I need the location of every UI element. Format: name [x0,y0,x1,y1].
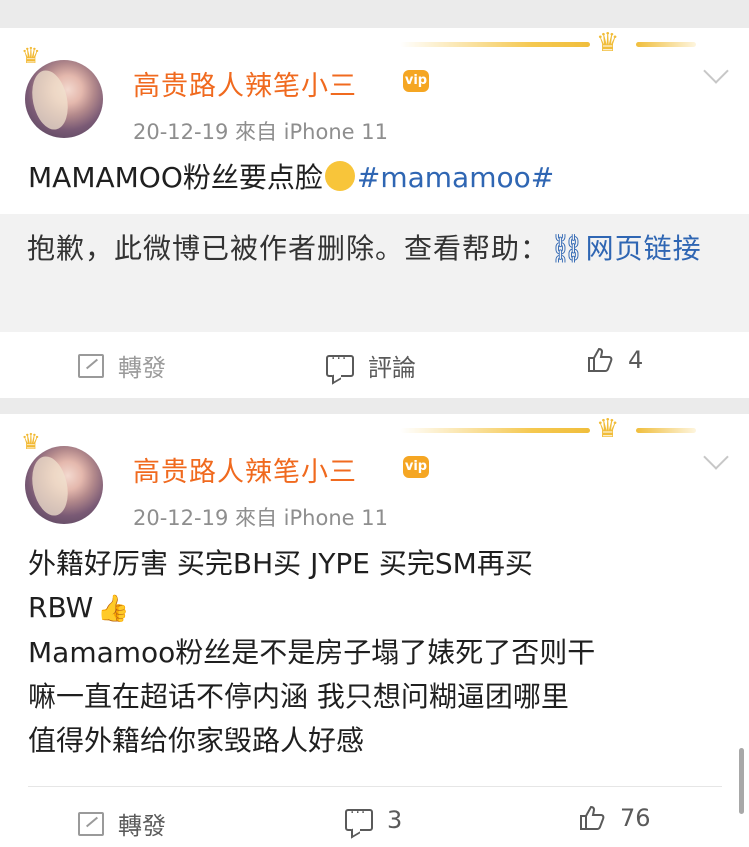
thumbs-up-emoji-icon: 👍 [97,594,130,624]
member-decoration-line [400,42,590,47]
hashtag-link[interactable]: #mamamoo# [357,161,554,194]
vip-badge-icon: vip [403,70,429,92]
deleted-repost-box: 抱歉，此微博已被作者删除。查看帮助：⛓网页链接 [0,214,749,332]
like-count: 76 [620,804,651,832]
repost-icon [78,811,104,836]
username[interactable]: 高贵路人辣笔小三 [133,64,357,103]
chevron-down-icon[interactable] [703,444,729,470]
repost-label: 轉發 [118,812,166,840]
post-meta: 20-12-19 來自 iPhone 11 [133,120,388,144]
avatar-crown-icon: ♛ [21,44,41,69]
comment-icon [345,805,373,831]
username[interactable]: 高贵路人辣笔小三 [133,450,357,489]
repost-button[interactable]: 轉發 [78,348,166,383]
web-link[interactable]: ⛓网页链接 [549,232,702,265]
post-meta: 20-12-19 來自 iPhone 11 [133,506,388,530]
repost-icon [78,353,104,378]
post-text-body: MAMAMOO粉丝要点脸 [28,161,323,194]
post-text-line: 外籍好厉害 买完BH买 JYPE 买完SM再买 [28,547,533,580]
thumbs-up-icon [588,347,613,372]
like-button[interactable]: 76 [578,804,651,832]
post-text-line: Mamamoo粉丝是不是房子塌了婊死了否则干 [28,636,596,669]
feed-gap-top [0,0,749,28]
deleted-notice-text: 抱歉，此微博已被作者删除。查看帮助： [27,232,550,265]
avatar[interactable]: ♛ [21,44,103,138]
repost-label: 轉發 [118,354,166,382]
weibo-post-card[interactable]: ♛ ♛ 高贵路人辣笔小三 vip 20-12-19 來自 iPhone 11 外… [0,414,749,847]
laughing-emoji-icon [324,161,355,191]
member-decoration-line [636,428,696,433]
member-decoration-line [400,428,590,433]
crown-icon: ♛ [596,414,620,444]
post-text-line: RBW [28,591,94,624]
comment-count: 3 [387,806,403,834]
deleted-notice: 抱歉，此微博已被作者删除。查看帮助：⛓网页链接 [27,227,717,271]
divider [28,786,722,787]
repost-button[interactable]: 轉發 [78,806,166,841]
feed-gap [0,398,749,414]
comment-label: 評論 [368,354,416,382]
post-text-line-rbw: RBW 👍 [28,586,728,631]
chevron-down-icon[interactable] [703,58,729,84]
web-link-label: 网页链接 [585,232,702,265]
vip-badge-icon: vip [403,456,429,478]
crown-icon: ♛ [596,28,620,58]
comment-icon [326,351,354,377]
member-decoration-line [636,42,696,47]
post-text-line: 值得外籍给你家毁路人好感 [28,724,365,757]
avatar-crown-icon: ♛ [21,430,41,455]
comment-button[interactable]: 3 [345,805,403,834]
weibo-post-card[interactable]: ♛ ♛ 高贵路人辣笔小三 vip 20-12-19 來自 iPhone 11 M… [0,28,749,398]
like-count: 4 [628,346,644,374]
comment-button[interactable]: 評論 [326,348,416,383]
scrollbar[interactable] [739,748,744,814]
post-text-line: 嘛一直在超话不停内涵 我只想问糊逼团哪里 [28,680,569,713]
thumbs-up-icon [580,805,605,830]
like-button[interactable]: 4 [586,346,643,374]
avatar[interactable]: ♛ [21,430,103,524]
post-text: MAMAMOO粉丝要点脸 #mamamoo# [28,156,728,200]
post-text: 外籍好厉害 买完BH买 JYPE 买完SM再买 RBW 👍 Mamamoo粉丝是不… [28,542,728,763]
